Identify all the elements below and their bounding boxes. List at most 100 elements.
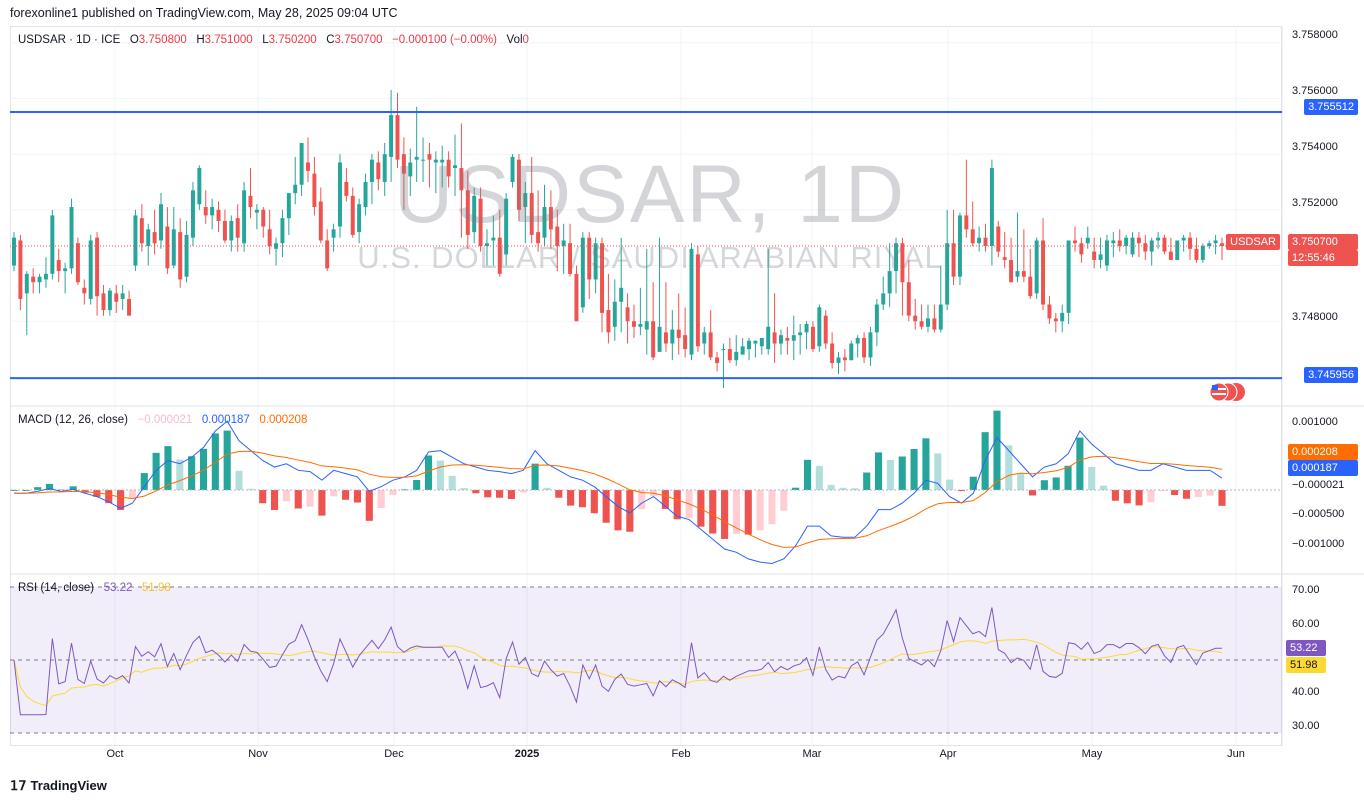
candle-up — [63, 268, 68, 272]
macd-histogram-bar — [377, 490, 385, 509]
candle-up — [881, 293, 886, 305]
candle-up — [184, 234, 189, 277]
macd-histogram-bar — [709, 490, 717, 534]
candle-up — [804, 324, 809, 333]
macd-axis-label: −0.000500 — [1292, 508, 1345, 520]
candle-up — [69, 207, 74, 269]
candle-up — [734, 351, 739, 361]
macd-histogram-bar — [673, 490, 681, 520]
candle-up — [133, 215, 138, 266]
candle-down — [1041, 240, 1046, 305]
candle-up — [88, 240, 93, 299]
chart-canvas[interactable] — [0, 0, 1364, 804]
price-axis-label: 3.752000 — [1292, 197, 1338, 209]
candle-up — [286, 193, 291, 219]
macd-histogram-bar — [235, 470, 243, 490]
candle-down — [1028, 276, 1033, 297]
candle-down — [1194, 248, 1199, 260]
legend-close: 3.750700 — [334, 34, 383, 46]
macd-histogram — [10, 410, 1226, 539]
macd-histogram-bar — [1123, 490, 1131, 504]
price-axis-label: 3.758000 — [1292, 29, 1338, 41]
candle-down — [823, 315, 828, 344]
macd-histogram-bar — [898, 456, 906, 490]
candle-down — [1162, 237, 1167, 252]
macd-histogram-bar — [1194, 490, 1202, 498]
candle-up — [759, 337, 764, 347]
candle-down — [75, 243, 80, 283]
candle-up — [1104, 240, 1109, 266]
macd-legend[interactable]: MACD (12, 26, close) −0.000021 0.000187 … — [18, 414, 307, 426]
macd-lines — [10, 420, 1282, 564]
time-axis-label: Mar — [802, 748, 822, 760]
macd-histogram-bar — [188, 456, 196, 490]
candle-up — [702, 332, 707, 344]
macd-histogram-bar — [886, 459, 894, 490]
candle-down — [235, 218, 240, 238]
candle-down — [715, 357, 720, 364]
macd-histogram-bar — [318, 490, 326, 516]
last-price-tag: 3.750700 — [1288, 234, 1358, 250]
flag-icon[interactable] — [1206, 382, 1248, 402]
macd-histogram-bar — [590, 490, 598, 514]
macd-histogram-bar — [531, 463, 539, 490]
macd-histogram-bar — [259, 490, 267, 504]
candle-down — [82, 287, 87, 294]
tradingview-logo[interactable]: 𝟣𝟩 TradingView — [10, 778, 107, 794]
macd-histogram-bar — [578, 490, 587, 508]
symbol-legend[interactable]: USDSAR · 1D · ICE O3.750800 H3.751000 L3… — [18, 34, 529, 46]
legend-symbol[interactable]: USDSAR · 1D · ICE — [18, 34, 120, 46]
candle-down — [1136, 237, 1141, 244]
rsi-legend[interactable]: RSI (14, close) 53.22 51.98 — [18, 582, 171, 594]
candle-down — [906, 282, 911, 316]
macd-legend-name[interactable]: MACD (12, 26, close) — [18, 414, 128, 426]
macd-histogram-bar — [270, 490, 279, 511]
candle-down — [56, 259, 61, 272]
macd-histogram-bar — [721, 490, 729, 539]
candle-up — [50, 215, 55, 274]
macd-histogram-bar — [827, 484, 835, 490]
candle-up — [817, 307, 822, 347]
candle-down — [1009, 259, 1014, 283]
candle-up — [747, 340, 752, 350]
candle-up — [197, 168, 202, 205]
candle-up — [1060, 312, 1065, 322]
candle-down — [676, 329, 681, 338]
rsi-legend-name[interactable]: RSI (14, close) — [18, 582, 94, 594]
symbol-price-tag: USDSAR — [1226, 234, 1280, 250]
candle-up — [1181, 237, 1186, 241]
candle-down — [663, 332, 668, 344]
candle-up — [779, 335, 783, 344]
candle-up — [868, 332, 873, 358]
candle-up — [791, 335, 796, 341]
macd-histogram-bar — [306, 490, 314, 507]
macd-histogram-bar — [815, 465, 823, 490]
macd-histogram-bar — [768, 490, 776, 525]
macd-histogram-bar — [1076, 437, 1084, 490]
candle-down — [810, 326, 815, 350]
candle-down — [919, 321, 924, 327]
rsi-axis-label: 70.00 — [1292, 584, 1320, 596]
candle-up — [766, 326, 771, 350]
macd-histogram-bar — [436, 460, 444, 490]
candle-up — [12, 237, 16, 266]
candle-up — [1111, 240, 1116, 244]
candle-down — [606, 310, 611, 333]
macd-histogram-bar — [413, 479, 421, 490]
candle-down — [651, 321, 656, 358]
candle-up — [1124, 237, 1129, 247]
candle-down — [708, 332, 713, 358]
rsi-value-tag: 53.22 — [1286, 640, 1326, 656]
macd-histogram-bar — [484, 490, 492, 498]
candle-down — [785, 337, 790, 341]
time-axis-label: Oct — [106, 748, 124, 760]
macd-histogram-bar — [614, 490, 622, 531]
candle-up — [612, 301, 617, 327]
candle-down — [1047, 304, 1052, 319]
macd-histogram-bar — [1028, 490, 1037, 496]
candle-down — [1053, 318, 1058, 322]
candle-up — [644, 321, 649, 330]
resistance-price-tag: 3.755512 — [1304, 99, 1358, 115]
candle-down — [1188, 237, 1193, 249]
tradingview-logo-icon: 𝟣𝟩 — [10, 778, 27, 793]
